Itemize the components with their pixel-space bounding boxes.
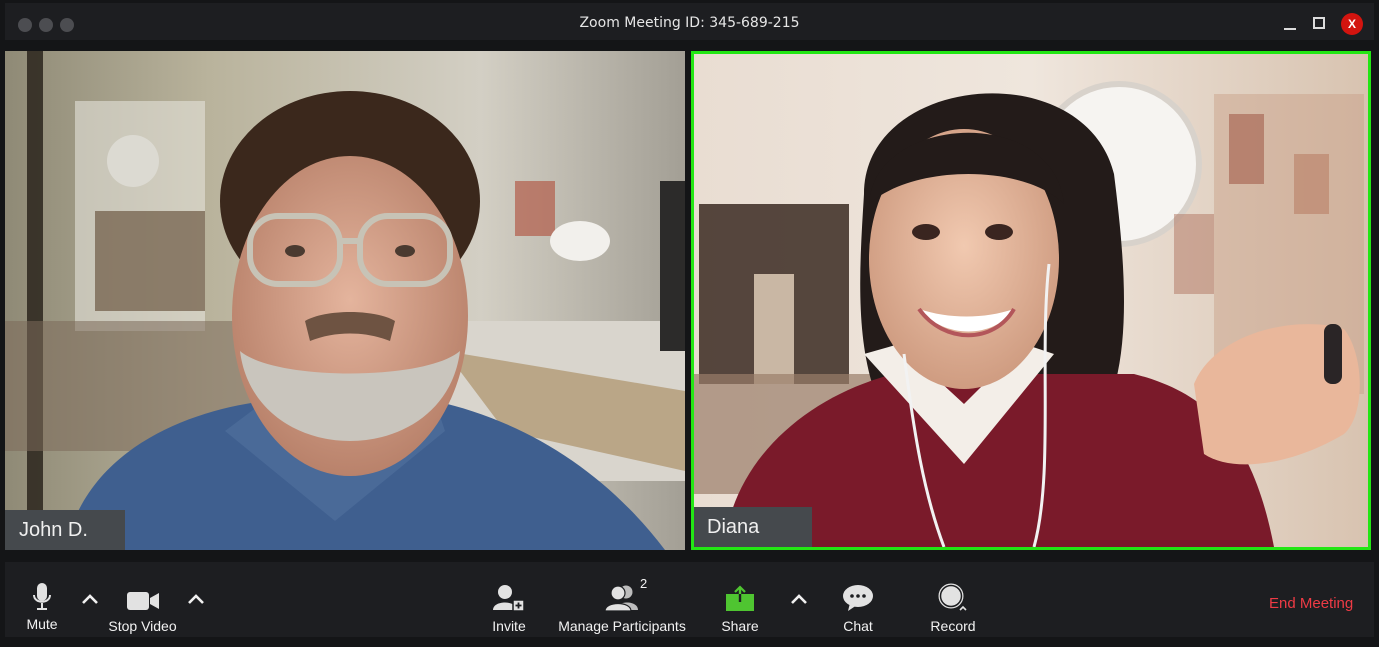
- stop-video-button[interactable]: Stop Video: [105, 562, 180, 637]
- meeting-toolbar: Mute Stop Video Invite Manage Participan…: [5, 562, 1374, 637]
- share-button[interactable]: Share: [719, 562, 761, 637]
- manage-participants-button[interactable]: Manage Participants: [558, 562, 686, 637]
- participant-video-diana: [694, 54, 1368, 547]
- maximize-button[interactable]: [1313, 17, 1325, 29]
- invite-button[interactable]: Invite: [489, 562, 529, 637]
- window-title: Zoom Meeting ID: 345-689-215: [579, 15, 800, 31]
- mute-button[interactable]: Mute: [21, 562, 63, 637]
- close-button[interactable]: x: [1341, 13, 1363, 35]
- invite-person-plus-icon: [493, 574, 525, 612]
- video-camera-icon: [126, 574, 160, 612]
- microphone-icon: [32, 574, 52, 612]
- close-icon: x: [1347, 17, 1356, 31]
- chat-label: Chat: [843, 618, 873, 634]
- participant-name-label: John D.: [5, 510, 125, 550]
- audio-options-chevron-up-icon[interactable]: [80, 590, 100, 610]
- mute-label: Mute: [26, 616, 58, 632]
- participant-count-badge: 2: [640, 576, 648, 591]
- chat-button[interactable]: Chat: [840, 562, 876, 637]
- share-options-chevron-up-icon[interactable]: [789, 590, 809, 610]
- video-options-chevron-up-icon[interactable]: [186, 590, 206, 610]
- manage-participants-label: Manage Participants: [558, 618, 686, 634]
- zoom-window: Zoom Meeting ID: 345-689-215 x: [0, 0, 1379, 647]
- video-tile-diana[interactable]: Diana: [691, 51, 1371, 550]
- chat-bubble-icon: [842, 574, 874, 612]
- minimize-button[interactable]: [1284, 20, 1296, 30]
- record-button[interactable]: Record: [929, 562, 977, 637]
- video-tile-john[interactable]: John D.: [5, 51, 685, 550]
- participant-name-label: Diana: [694, 507, 812, 547]
- end-meeting-button[interactable]: End Meeting: [1269, 595, 1353, 612]
- participants-icon: [604, 574, 640, 612]
- record-label: Record: [930, 618, 976, 634]
- share-screen-icon: [725, 574, 755, 612]
- title-bar: Zoom Meeting ID: 345-689-215 x: [5, 3, 1374, 40]
- record-icon: [936, 574, 970, 612]
- share-label: Share: [721, 618, 759, 634]
- participant-video-john: [5, 51, 685, 550]
- invite-label: Invite: [492, 618, 526, 634]
- stop-video-label: Stop Video: [108, 618, 177, 634]
